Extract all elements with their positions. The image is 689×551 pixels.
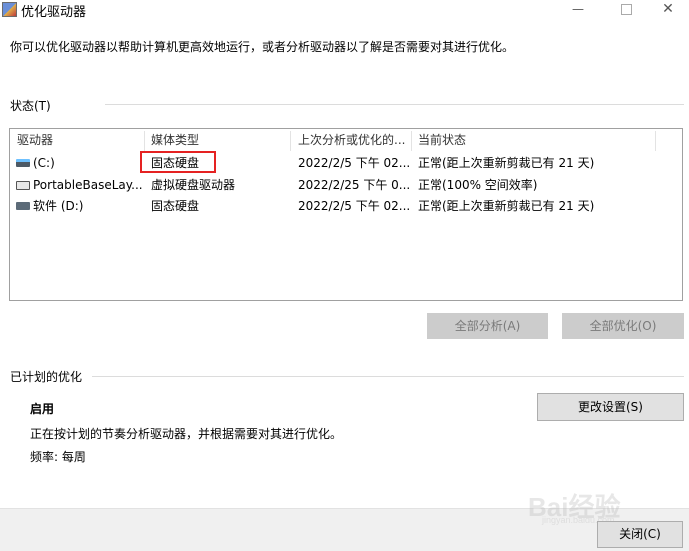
minimize-button[interactable]: —: [555, 0, 601, 20]
schedule-frequency: 频率: 每周: [30, 450, 86, 464]
drive-name: PortableBaseLay...: [33, 178, 143, 192]
column-header-last-run[interactable]: 上次分析或优化的...: [291, 129, 411, 152]
maximize-icon: [620, 4, 632, 15]
title-bar: 优化驱动器 — ✕: [0, 0, 689, 20]
close-button[interactable]: 关闭(C): [597, 521, 683, 548]
media-type: 虚拟硬盘驱动器: [151, 178, 236, 192]
description-text: 你可以优化驱动器以帮助计算机更高效地运行，或者分析驱动器以了解是否需要对其进行优…: [10, 40, 515, 54]
drive-row[interactable]: PortableBaseLay... 虚拟硬盘驱动器 2022/2/25 下午 …: [10, 175, 680, 196]
ssd-drive-icon: [16, 159, 30, 167]
drive-name: (C:): [33, 156, 55, 170]
column-header-drive[interactable]: 驱动器: [10, 129, 144, 152]
drive-row[interactable]: 软件 (D:) 固态硬盘 2022/2/5 下午 02... 正常(距上次重新剪…: [10, 196, 680, 217]
media-type: 固态硬盘: [151, 199, 200, 213]
schedule-description: 正在按计划的节奏分析驱动器，并根据需要对其进行优化。: [30, 427, 343, 441]
change-settings-button[interactable]: 更改设置(S): [537, 393, 684, 421]
defrag-app-icon: [2, 2, 17, 17]
status-section-label: 状态(T): [10, 99, 51, 113]
virtual-drive-icon: [16, 181, 30, 190]
drive-icon: [16, 202, 30, 210]
last-run: 2022/2/5 下午 02...: [298, 156, 410, 170]
drive-name: 软件 (D:): [33, 199, 84, 213]
drive-row[interactable]: (C:) 固态硬盘 2022/2/5 下午 02... 正常(距上次重新剪裁已有…: [10, 153, 680, 174]
last-run: 2022/2/5 下午 02...: [298, 199, 410, 213]
column-header-media-type[interactable]: 媒体类型: [144, 129, 290, 152]
close-window-button[interactable]: ✕: [645, 0, 689, 20]
schedule-section-divider: [92, 376, 684, 377]
column-header-current-status[interactable]: 当前状态: [411, 129, 656, 152]
drive-list[interactable]: 驱动器 媒体类型 上次分析或优化的... 当前状态 (C:) 固态硬盘 2022…: [9, 128, 683, 301]
schedule-section-label: 已计划的优化: [10, 370, 83, 384]
schedule-state: 启用: [30, 402, 55, 416]
last-run: 2022/2/25 下午 0...: [298, 178, 410, 192]
maximize-button[interactable]: [603, 0, 649, 20]
window-title: 优化驱动器: [21, 5, 87, 20]
optimize-all-button[interactable]: 全部优化(O): [562, 313, 684, 339]
analyze-all-button[interactable]: 全部分析(A): [427, 313, 548, 339]
current-status: 正常(距上次重新剪裁已有 21 天): [418, 156, 595, 170]
current-status: 正常(距上次重新剪裁已有 21 天): [418, 199, 595, 213]
highlight-box: [140, 151, 216, 173]
status-section-divider: [105, 104, 684, 105]
column-separator: [655, 131, 656, 151]
current-status: 正常(100% 空间效率): [418, 178, 538, 192]
